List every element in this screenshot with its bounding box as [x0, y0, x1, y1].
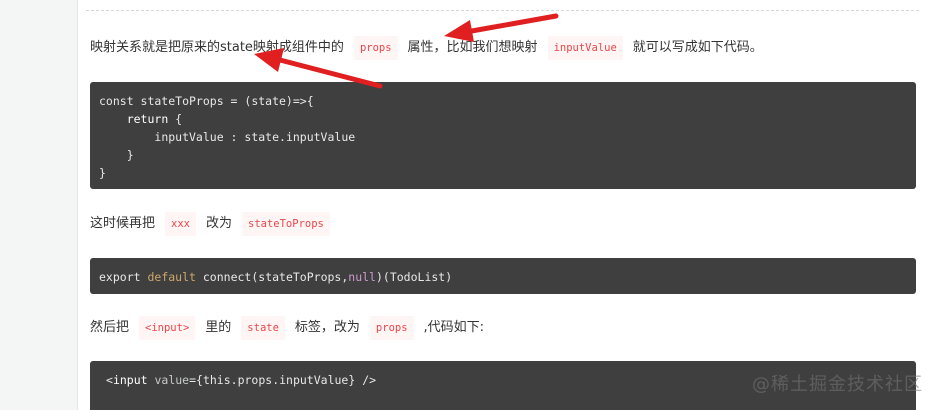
paragraph-replace: 这时候再把 xxx 改为 stateToProps: [90, 212, 340, 236]
code3-rest: ={this.props.inputValue} />: [189, 373, 377, 387]
divider: [86, 10, 919, 11]
para1-text-middle: 属性，比如我们想映射: [407, 40, 538, 55]
para3-text-middle2: 标签，改为: [294, 320, 360, 335]
code-block-state-to-props: const stateToProps = (state)=>{ return {…: [90, 82, 916, 189]
inline-code-statetoprops: stateToProps: [242, 212, 330, 236]
code1-line4: }: [126, 148, 134, 162]
code2-default-keyword: default: [147, 270, 196, 284]
code-block-export: export default connect(stateToProps,null…: [90, 258, 916, 294]
inline-code-props-2: props: [369, 316, 414, 340]
code3-open-bracket: <: [106, 373, 113, 387]
para1-text-before: 映射关系就是把原来的state映射成组件中的: [90, 40, 344, 55]
code2-rest: )(TodoList): [375, 270, 453, 284]
code1-line5: }: [99, 166, 106, 180]
para1-text-after: 就可以写成如下代码。: [632, 40, 763, 55]
paragraph-mapping: 映射关系就是把原来的state映射成组件中的 props 属性，比如我们想映射 …: [90, 36, 763, 60]
paragraph-then: 然后把 <input> 里的 state 标签，改为 props ,代码如下:: [90, 316, 484, 340]
code1-line1: const stateToProps = (state)=>{: [99, 94, 314, 108]
inline-code-props: props: [353, 36, 398, 60]
inline-code-xxx: xxx: [165, 212, 196, 236]
para3-text-middle1: 里的: [205, 320, 232, 335]
para3-text-after: ,代码如下:: [423, 320, 485, 335]
inline-code-inputvalue: inputValue: [547, 36, 623, 60]
para3-text-before: 然后把: [90, 320, 130, 335]
code2-export-keyword: export: [99, 270, 141, 284]
watermark: @稀土掘金技术社区: [752, 374, 923, 395]
code1-line3: inputValue : state.inputValue: [154, 130, 356, 144]
para2-text-middle: 改为: [205, 216, 232, 231]
code2-connect-call: connect(stateToProps,: [195, 270, 349, 284]
code1-return-keyword: return: [126, 112, 169, 126]
code3-input-tag: input: [112, 373, 148, 387]
inline-code-input-tag: <input>: [139, 316, 196, 340]
inline-code-state: state: [241, 316, 285, 340]
code2-null: null: [348, 270, 376, 284]
para2-text-before: 这时候再把: [90, 216, 156, 231]
code1-line2-rest: {: [168, 112, 183, 126]
article-sheet: [77, 0, 935, 410]
code3-value-attr: value: [147, 373, 190, 387]
